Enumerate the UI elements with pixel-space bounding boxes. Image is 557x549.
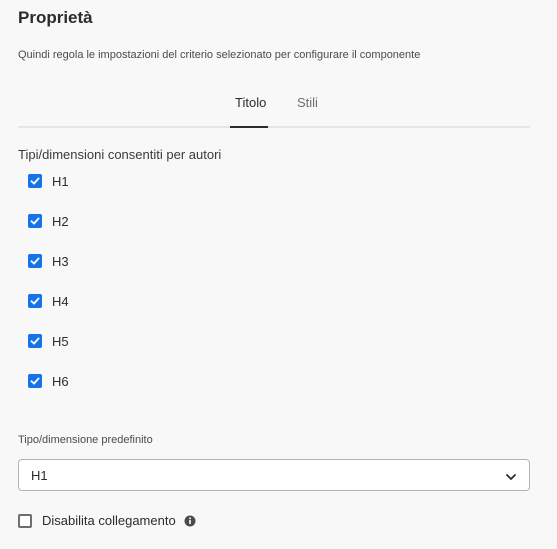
default-size-label: Tipo/dimensione predefinito: [18, 434, 153, 446]
checkbox-label: H2: [52, 213, 69, 229]
allowed-sizes-label: Tipi/dimensioni consentiti per autori: [18, 147, 222, 162]
checkbox-h6[interactable]: H6: [28, 373, 69, 389]
checkbox-label: H4: [52, 293, 69, 309]
checkbox-label: H6: [52, 373, 69, 389]
checkbox-checked-icon[interactable]: [28, 334, 42, 348]
checkbox-label: H5: [52, 333, 69, 349]
panel-title: Proprietà: [18, 8, 93, 27]
checkbox-h5[interactable]: H5: [28, 333, 69, 349]
default-size-select[interactable]: H1: [18, 459, 530, 491]
default-size-value: H1: [31, 468, 48, 483]
checkbox-h2[interactable]: H2: [28, 213, 69, 229]
checkbox-checked-icon[interactable]: [28, 374, 42, 388]
checkbox-h1[interactable]: H1: [28, 173, 69, 189]
disable-link-checkbox[interactable]: Disabilita collegamento: [18, 513, 196, 528]
disable-link-label: Disabilita collegamento: [42, 513, 176, 528]
checkbox-label: H1: [52, 173, 69, 189]
checkbox-checked-icon[interactable]: [28, 254, 42, 268]
checkbox-checked-icon[interactable]: [28, 214, 42, 228]
tab-bar: Titolo Stili: [18, 87, 530, 128]
checkbox-checked-icon[interactable]: [28, 294, 42, 308]
checkbox-h4[interactable]: H4: [28, 293, 69, 309]
checkbox-label: H3: [52, 253, 69, 269]
checkbox-h3[interactable]: H3: [28, 253, 69, 269]
properties-panel: Proprietà Quindi regola le impostazioni …: [0, 0, 557, 549]
checkbox-checked-icon[interactable]: [28, 174, 42, 188]
allowed-sizes-list: H1 H2 H3 H4 H5 H6: [28, 173, 69, 413]
tab-titolo[interactable]: Titolo: [235, 95, 266, 110]
checkbox-unchecked-icon[interactable]: [18, 513, 32, 528]
info-icon[interactable]: [184, 515, 196, 527]
chevron-down-icon[interactable]: [505, 470, 517, 488]
tab-stili[interactable]: Stili: [297, 95, 318, 110]
panel-description: Quindi regola le impostazioni del criter…: [18, 49, 421, 61]
active-tab-indicator: [230, 126, 268, 128]
